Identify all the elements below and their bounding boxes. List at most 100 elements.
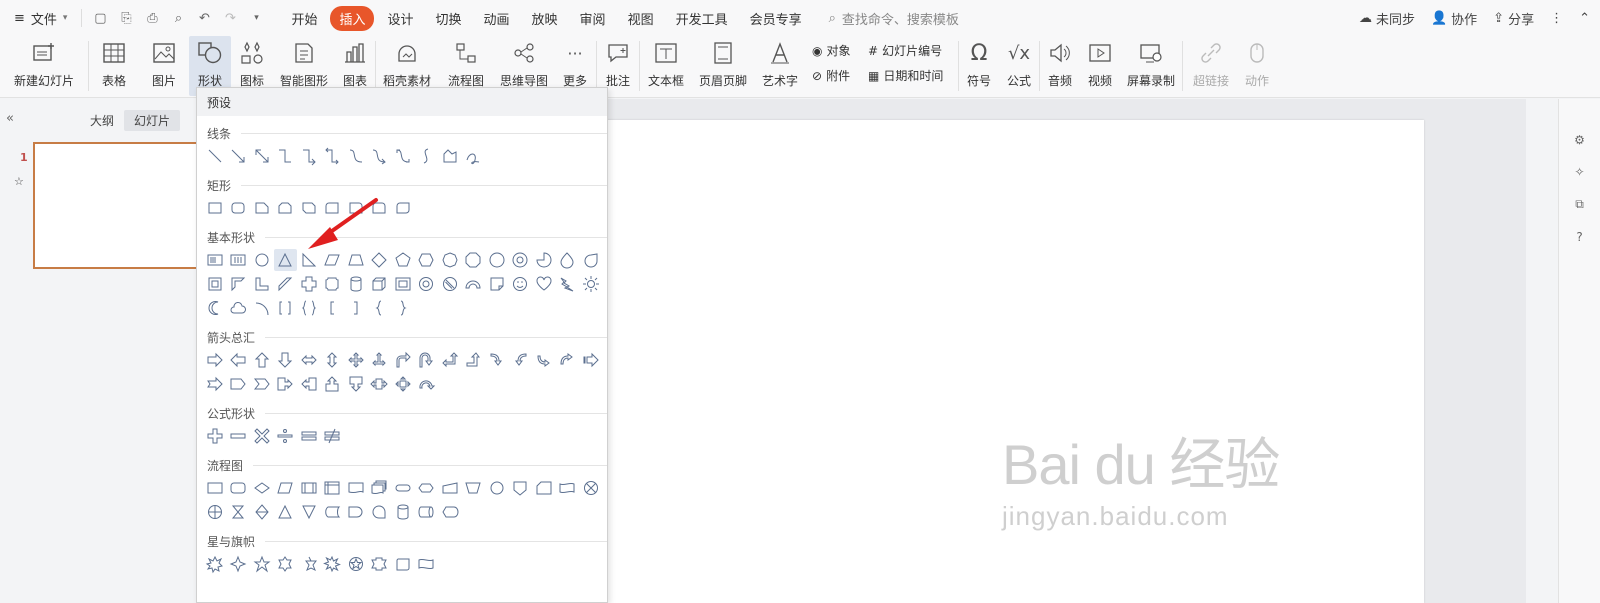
can-shape[interactable] (344, 273, 368, 295)
left-arrow-callout-shape[interactable] (297, 373, 321, 395)
elbow-connector-shape[interactable] (274, 145, 298, 167)
rounded-rectangle-shape[interactable] (227, 197, 251, 219)
file-menu[interactable]: ≡ 文件 ▾ (0, 9, 81, 28)
decision-shape[interactable] (250, 477, 274, 499)
connector-shape[interactable] (485, 477, 509, 499)
offpage-connector-shape[interactable] (509, 477, 533, 499)
video-button[interactable]: 视频 (1080, 36, 1120, 96)
plaque-shape[interactable] (321, 273, 345, 295)
striped-right-arrow-shape[interactable] (579, 349, 603, 371)
symbol-button[interactable]: Ω 符号 (959, 36, 999, 96)
sort-shape[interactable] (250, 501, 274, 523)
switch-icon[interactable]: ⧉ (1575, 197, 1584, 212)
elbow-double-arrow-shape[interactable] (321, 145, 345, 167)
cross-shape[interactable] (297, 273, 321, 295)
object-button[interactable]: ◉ 对象 (812, 42, 868, 59)
decagon-shape[interactable] (485, 249, 509, 271)
star-7-shape[interactable] (297, 553, 321, 575)
left-right-up-arrow-shape[interactable] (368, 349, 392, 371)
folded-corner-shape[interactable] (485, 273, 509, 295)
freeform-shape[interactable] (438, 145, 462, 167)
hyperlink-button[interactable]: 超链接 (1183, 36, 1239, 96)
cube-shape[interactable] (368, 273, 392, 295)
textbox-button[interactable]: 文本框 (640, 36, 692, 96)
multidocument-shape[interactable] (368, 477, 392, 499)
summing-junction-shape[interactable] (579, 477, 603, 499)
left-right-arrow-shape[interactable] (297, 349, 321, 371)
tab-view[interactable]: 视图 (619, 6, 663, 31)
tab-transition[interactable]: 切换 (427, 6, 471, 31)
division-shape[interactable] (274, 425, 298, 447)
header-footer-button[interactable]: 页眉页脚 (692, 36, 754, 96)
down-arrow-callout-shape[interactable] (344, 373, 368, 395)
up-arrow-shape[interactable] (250, 349, 274, 371)
arrow-line-shape[interactable] (227, 145, 251, 167)
collapse-panel-icon[interactable]: « (6, 111, 14, 126)
curve-shape[interactable] (415, 145, 439, 167)
star-6-shape[interactable] (274, 553, 298, 575)
cloud-shape[interactable] (227, 297, 251, 319)
star-5-shape[interactable] (250, 553, 274, 575)
punched-tape-shape[interactable] (556, 477, 580, 499)
heart-shape[interactable] (532, 273, 556, 295)
tab-start[interactable]: 开始 (282, 6, 326, 31)
more-icon[interactable]: ▾ (248, 10, 264, 26)
hexagon-shape[interactable] (415, 249, 439, 271)
left-arrow-shape[interactable] (227, 349, 251, 371)
ribbon-shape[interactable] (368, 553, 392, 575)
octagon-shape[interactable] (462, 249, 486, 271)
tab-slides[interactable]: 幻灯片 (124, 109, 181, 131)
quad-arrow-shape[interactable] (344, 349, 368, 371)
internal-storage-shape[interactable] (321, 477, 345, 499)
scribble-shape[interactable] (462, 145, 486, 167)
help-icon[interactable]: ? (1576, 230, 1582, 244)
card-shape[interactable] (532, 477, 556, 499)
curved-double-arrow-shape[interactable] (391, 145, 415, 167)
tab-member[interactable]: 会员专享 (741, 6, 811, 31)
curved-down-arrow-shape[interactable] (556, 349, 580, 371)
lightning-bolt-shape[interactable] (556, 273, 580, 295)
donut-shape[interactable] (415, 273, 439, 295)
properties-icon[interactable]: ⚙ (1574, 133, 1585, 147)
process-shape[interactable] (203, 477, 227, 499)
tab-insert[interactable]: 插入 (330, 5, 375, 31)
redo-icon[interactable]: ↷ (222, 10, 238, 26)
collapse-ribbon-icon[interactable]: ⌃ (1579, 11, 1590, 26)
right-bracket-shape[interactable] (344, 297, 368, 319)
explosion-shape[interactable] (203, 553, 227, 575)
half-frame-shape[interactable] (227, 273, 251, 295)
merge-shape[interactable] (297, 501, 321, 523)
right-arrow-shape[interactable] (203, 349, 227, 371)
display-shape[interactable] (438, 501, 462, 523)
data-shape[interactable] (274, 477, 298, 499)
tab-slideshow[interactable]: 放映 (523, 6, 567, 31)
left-brace-shape[interactable] (368, 297, 392, 319)
document-shape[interactable] (344, 477, 368, 499)
magnetic-disk-shape[interactable] (391, 501, 415, 523)
dodecagon-shape[interactable] (509, 249, 533, 271)
curved-connector-shape[interactable] (344, 145, 368, 167)
diagonal-stripe-shape[interactable] (274, 273, 298, 295)
datetime-button[interactable]: ▦ 日期和时间 (868, 67, 958, 84)
plus-shape[interactable] (203, 425, 227, 447)
vertical-textbox-shape[interactable] (227, 249, 251, 271)
chord-shape[interactable] (579, 249, 603, 271)
double-arrow-line-shape[interactable] (250, 145, 274, 167)
up-down-arrow-shape[interactable] (321, 349, 345, 371)
star-4-shape[interactable] (227, 553, 251, 575)
new-slide-button[interactable]: 新建幻灯片 (0, 36, 88, 96)
print-preview-icon[interactable]: ⌕ (170, 10, 186, 26)
save-icon[interactable]: ▢ (92, 10, 108, 26)
more-options-icon[interactable]: ⋮ (1550, 11, 1563, 26)
u-turn-arrow-shape[interactable] (415, 349, 439, 371)
line-shape[interactable] (203, 145, 227, 167)
attachment-button[interactable]: ⊘ 附件 (812, 67, 868, 84)
sync-button[interactable]: ☁ 未同步 (1359, 9, 1415, 28)
teardrop-shape[interactable] (556, 249, 580, 271)
collab-button[interactable]: 👤 协作 (1431, 9, 1477, 28)
star-10-shape[interactable] (344, 553, 368, 575)
command-search[interactable]: ⌕ 查找命令、搜索模板 (829, 9, 959, 28)
multiply-shape[interactable] (250, 425, 274, 447)
screen-record-button[interactable]: 屏幕录制 (1120, 36, 1182, 96)
pentagon-arrow-shape[interactable] (227, 373, 251, 395)
